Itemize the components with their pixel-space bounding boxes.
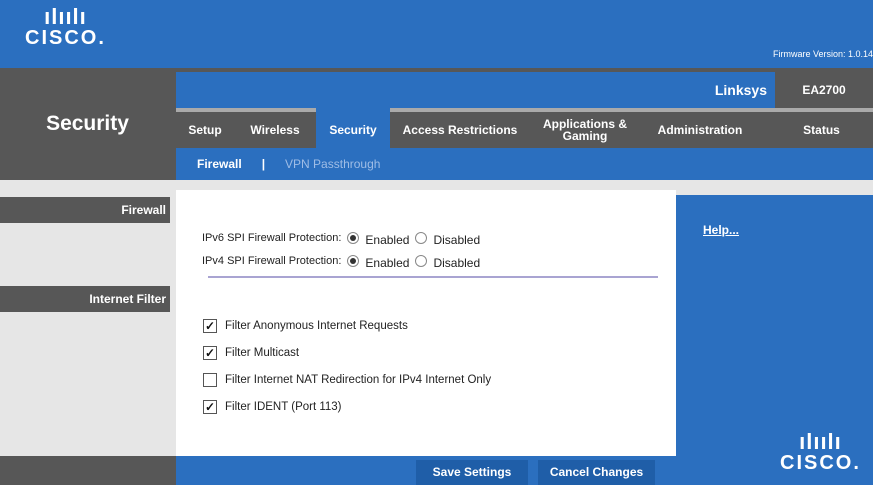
ipv6-disabled-radio[interactable] [415, 231, 428, 244]
section-internet-filter: Internet Filter [0, 286, 170, 312]
help-panel: Help... ılıılı CISCO. [676, 195, 873, 485]
tab-access-restrictions[interactable]: Access Restrictions [390, 112, 530, 148]
content-panel: IPv6 SPI Firewall Protection: Enabled Di… [176, 190, 676, 456]
filter-label: Filter Multicast [225, 347, 300, 359]
tab-applications-gaming[interactable]: Applications & Gaming [530, 112, 640, 148]
subnav-separator: | [261, 157, 266, 171]
divider [208, 276, 658, 278]
cisco-logo-footer: ılıılı CISCO. [780, 429, 861, 474]
filter-ident-checkbox[interactable]: ✓ [203, 400, 217, 414]
ipv6-enabled-label: Enabled [365, 233, 410, 247]
ipv6-firewall-row: IPv6 SPI Firewall Protection: Enabled Di… [202, 228, 480, 247]
header-bar: ılıılı CISCO. Firmware Version: 1.0.14 [0, 0, 873, 68]
logo-bars: ılıılı [44, 4, 87, 29]
filter-multicast-row: ✓ Filter Multicast [203, 346, 299, 360]
ipv4-enabled-label: Enabled [365, 256, 410, 270]
page-title: Security [46, 112, 129, 135]
help-link[interactable]: Help... [703, 223, 739, 237]
subnav-firewall[interactable]: Firewall [197, 157, 242, 171]
brand-name: Linksys [714, 82, 767, 98]
tab-wireless[interactable]: Wireless [234, 112, 316, 148]
firmware-version: Firmware Version: 1.0.14 [772, 49, 873, 59]
subnav-vpn-passthrough[interactable]: VPN Passthrough [285, 157, 380, 171]
filter-label: Filter Internet NAT Redirection for IPv4… [225, 374, 492, 386]
tab-setup[interactable]: Setup [176, 112, 234, 148]
logo-word: CISCO. [780, 452, 861, 474]
button-bar: Save Settings Cancel Changes [176, 456, 676, 485]
filter-nat-checkbox[interactable] [203, 373, 217, 387]
filter-label: Filter IDENT (Port 113) [225, 401, 342, 413]
filter-multicast-checkbox[interactable]: ✓ [203, 346, 217, 360]
save-settings-button[interactable]: Save Settings [416, 460, 528, 485]
section-firewall: Firewall [0, 197, 170, 223]
cancel-changes-button[interactable]: Cancel Changes [538, 460, 655, 485]
tab-security[interactable]: Security [316, 108, 390, 148]
tab-administration[interactable]: Administration [640, 112, 760, 148]
ipv4-disabled-label: Disabled [433, 256, 481, 270]
brand-bar: Linksys [176, 72, 775, 108]
ipv4-firewall-row: IPv4 SPI Firewall Protection: Enabled Di… [202, 251, 480, 270]
main-tabs: Setup Wireless Security Access Restricti… [176, 108, 873, 148]
ipv6-disabled-label: Disabled [433, 233, 481, 247]
ipv4-disabled-radio[interactable] [415, 254, 428, 267]
ipv4-label: IPv4 SPI Firewall Protection: [202, 254, 342, 267]
filter-label: Filter Anonymous Internet Requests [225, 320, 408, 332]
logo-word: CISCO. [25, 27, 106, 49]
ipv6-label: IPv6 SPI Firewall Protection: [202, 231, 342, 244]
model-name: EA2700 [802, 83, 846, 97]
cisco-logo: ılıılı CISCO. [25, 4, 106, 49]
logo-bars: ılıılı [799, 429, 842, 454]
filter-nat-row: Filter Internet NAT Redirection for IPv4… [203, 373, 491, 387]
left-footer [0, 456, 176, 485]
sub-nav: Firewall | VPN Passthrough [176, 148, 873, 180]
filter-anonymous-checkbox[interactable]: ✓ [203, 319, 217, 333]
tab-status[interactable]: Status [760, 112, 873, 148]
ipv6-enabled-radio[interactable] [347, 231, 360, 244]
filter-anonymous-row: ✓ Filter Anonymous Internet Requests [203, 319, 408, 333]
filter-ident-row: ✓ Filter IDENT (Port 113) [203, 400, 342, 414]
ipv4-enabled-radio[interactable] [347, 254, 360, 267]
